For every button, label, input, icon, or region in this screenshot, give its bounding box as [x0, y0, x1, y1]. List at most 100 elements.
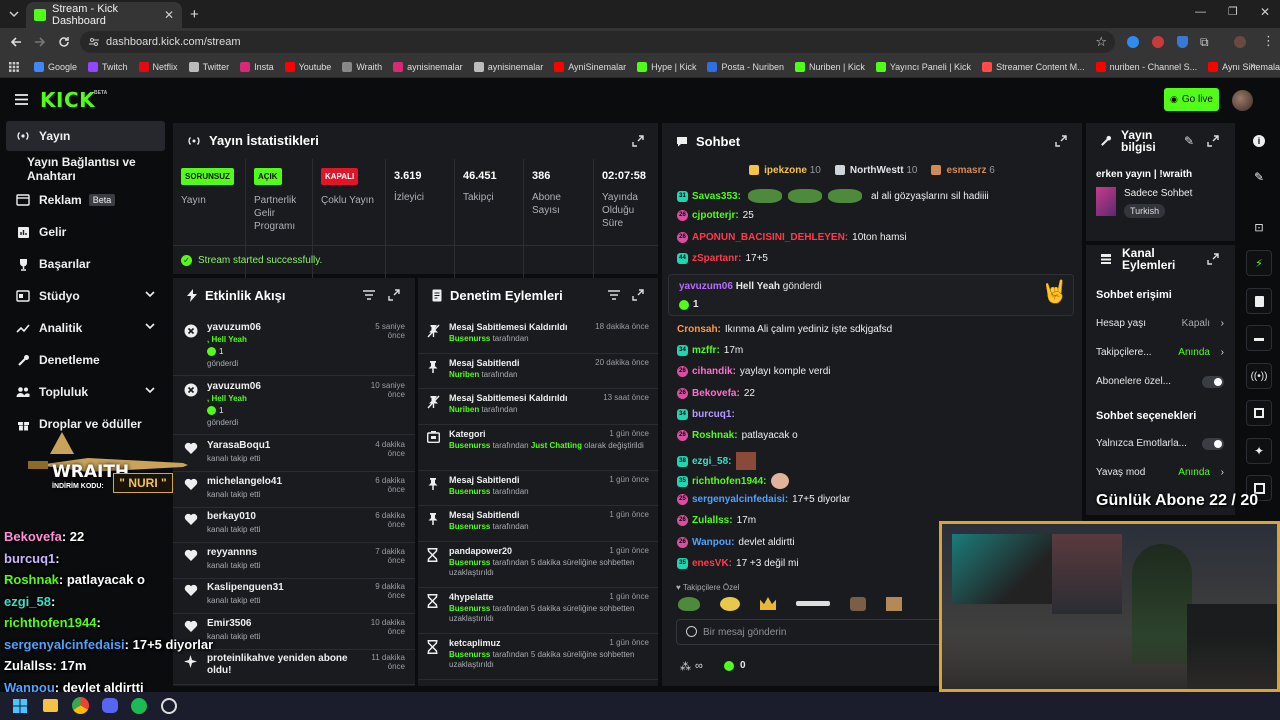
chat-message[interactable]: 35 richthofen1944: [677, 473, 792, 489]
chat-message[interactable]: 26 Roshnak: patlayacak o [677, 430, 798, 441]
edit-icon[interactable]: ✎ [1246, 164, 1272, 190]
chat-username[interactable]: richthofen1944: [692, 476, 766, 487]
chevron-down-icon[interactable] [145, 387, 155, 394]
chevron-right-icon[interactable]: › [1221, 347, 1224, 358]
quick-action-document-icon[interactable] [1246, 288, 1272, 314]
moderation-item[interactable]: ketcaplimuz 1 gün önce Busenurss tarafında… [418, 634, 658, 680]
bookmark-item[interactable]: Twitch [88, 61, 128, 72]
bookmark-item[interactable]: Netflix [138, 61, 178, 72]
gifter-2nd[interactable]: NorthWestt 10 [834, 165, 917, 176]
expand-icon[interactable] [1207, 253, 1219, 265]
chat-input[interactable]: Bir mesaj gönderin [676, 619, 946, 645]
gift-user[interactable]: yavuzum06 [679, 281, 733, 292]
sword-emote-icon[interactable] [796, 601, 830, 606]
emote-icon[interactable] [720, 597, 740, 611]
expand-icon[interactable] [388, 289, 400, 301]
bookmark-item[interactable]: Youtube [284, 61, 331, 72]
bookmark-item[interactable]: Wraith [342, 61, 382, 72]
chat-message[interactable]: 26 Bekovefa: 22 [677, 388, 755, 399]
moderation-item[interactable]: Mesaj Sabitlemesi Kaldırıldı 18 dakika ön… [418, 318, 658, 354]
sidebar-item-topluluk[interactable]: Topluluk [6, 377, 165, 407]
activity-item[interactable]: proteinlikahve yeniden abone oldu! 11 dak… [173, 649, 415, 685]
bookmark-item[interactable]: Twitter [188, 61, 229, 72]
chat-message[interactable]: 44 zSpartanr: 17+5 [677, 253, 768, 264]
setting-slow-mode[interactable]: Yavaş mod Anında › [1096, 467, 1224, 478]
bookmark-item[interactable]: Yayıncı Paneli | Kick [875, 61, 971, 72]
url-bar[interactable]: dashboard.kick.com/stream ☆ [80, 31, 1115, 53]
moderation-item[interactable]: Mesaj Sabitlendi 1 gün önce Busenurss tara… [418, 471, 658, 506]
chat-username[interactable]: mzffr: [692, 345, 720, 356]
bookmark-item[interactable]: Insta [240, 61, 274, 72]
chat-message[interactable]: 26 APONUN_BACISINI_DEHLEYEN: 10ton hamsi [677, 232, 907, 243]
chat-message[interactable]: 34 burcuq1: [677, 409, 739, 420]
emoji-icon[interactable] [686, 626, 697, 637]
sidebar-item-studyo[interactable]: Stüdyo [6, 281, 165, 311]
chevron-right-icon[interactable]: › [1221, 467, 1224, 478]
activity-item[interactable]: reyyannns 7 dakika önce kanalı takip etti [173, 543, 415, 579]
sidebar-item-yayin[interactable]: Yayın [6, 121, 165, 151]
shield-extension-icon[interactable] [1177, 36, 1188, 48]
quick-action-wrench-icon[interactable]: ✦ [1246, 438, 1272, 464]
profile-avatar[interactable] [1234, 36, 1246, 48]
kicks-balance[interactable]: 0 [724, 660, 746, 671]
expand-icon[interactable] [1055, 135, 1067, 147]
chat-username[interactable]: Wanpou: [692, 537, 734, 548]
chat-link-icon[interactable]: ∞ [695, 660, 703, 672]
moderation-item[interactable]: Mesaj Sabitlendi 20 dakika önce Nuriben ta… [418, 354, 658, 389]
chat-username[interactable]: zSpartanr: [692, 253, 741, 264]
chat-message[interactable]: 25 sergenyalcinfedaisi: 17+5 diyorlar [677, 494, 850, 505]
minimize-icon[interactable]: — [1195, 6, 1206, 18]
chat-username[interactable]: cjpotterjr: [692, 210, 739, 221]
bookmark-item[interactable]: Aynı Sinemalar - Ça... [1208, 61, 1280, 72]
activity-item[interactable]: michelangelo41 6 dakika önce kanalı takip … [173, 472, 415, 508]
browser-tab[interactable]: Stream - Kick Dashboard ✕ [26, 2, 182, 28]
bookmark-item[interactable]: Nuriben | Kick [794, 61, 865, 72]
back-icon[interactable] [9, 35, 23, 49]
subscribers-only-toggle[interactable] [1202, 376, 1224, 388]
activity-item[interactable]: yavuzum06 10 saniye önce , Hell Yeah 1 gönde… [173, 377, 415, 435]
apps-grid-icon[interactable] [9, 62, 19, 72]
quick-action-lightning-icon[interactable]: ⚡ [1246, 250, 1272, 276]
chat-username[interactable]: Roshnak: [692, 430, 738, 441]
bookmark-item[interactable]: aynisinemalar [393, 61, 463, 72]
bookmark-item[interactable]: AyniSinemalar [554, 61, 626, 72]
chat-settings-icon[interactable]: ⁂ [680, 660, 691, 673]
chat-message[interactable]: 26 cihandik: yaylayı komple verdi [677, 366, 831, 377]
bookmark-item[interactable]: nuriben - Channel S... [1095, 61, 1197, 72]
go-live-button[interactable]: ◉ Go live [1164, 88, 1219, 111]
sidebar-item-basarilar[interactable]: Başarılar [6, 249, 165, 279]
obs-icon[interactable] [161, 698, 177, 714]
activity-item[interactable]: berkay010 6 dakika önce kanalı takip etti [173, 507, 415, 543]
file-explorer-icon[interactable] [43, 699, 58, 712]
setting-followers-only[interactable]: Takipçilere... Anında › [1096, 347, 1224, 358]
moderation-item[interactable]: Kategori 1 gün önce Busenurss tarafından J… [418, 425, 658, 471]
moderation-item[interactable]: 4hypelatte 1 gün önce Busenurss tarafından… [418, 588, 658, 634]
emote-icon[interactable] [678, 597, 700, 611]
extensions-puzzle-icon[interactable]: ⧉ [1200, 35, 1209, 50]
chat-username[interactable]: Bekovefa: [692, 388, 740, 399]
chevron-down-icon[interactable] [145, 323, 155, 330]
chat-username[interactable]: APONUN_BACISINI_DEHLEYEN: [692, 232, 848, 243]
chat-message[interactable]: Cronsah: Ikınma Ali çalım yediniz işte sd… [677, 324, 892, 335]
info-icon[interactable]: i [1246, 128, 1272, 154]
chat-username[interactable]: Cronsah: [677, 324, 721, 335]
chat-message[interactable]: 31 Savas353: al ali gözyaşlarını sil hadii… [677, 189, 989, 203]
chat-username[interactable]: Zulallss: [692, 515, 733, 526]
bookmark-item[interactable]: Streamer Content M... [982, 61, 1085, 72]
expand-icon[interactable] [632, 135, 644, 147]
chat-username[interactable]: enesVK: [692, 558, 732, 569]
chat-message[interactable]: 34 mzffr: 17m [677, 345, 743, 356]
filter-icon[interactable] [363, 290, 375, 300]
chrome-icon[interactable] [72, 697, 89, 714]
chat-username[interactable]: Savas353: [692, 191, 741, 202]
spotify-icon[interactable] [131, 698, 147, 714]
quick-action-broadcast-icon[interactable]: ((•)) [1246, 363, 1272, 389]
extension-icon[interactable] [1152, 36, 1164, 48]
bookmark-item[interactable]: Hype | Kick [637, 61, 696, 72]
crown-emote-icon[interactable] [760, 597, 776, 610]
expand-icon[interactable] [632, 289, 644, 301]
expand-icon[interactable] [1207, 135, 1219, 147]
chat-message[interactable]: 38 ezgi_58: [677, 452, 759, 470]
close-tab-icon[interactable]: ✕ [164, 8, 174, 22]
moderation-item[interactable]: Mesaj Sabitlendi 1 gün önce Busenurss tara… [418, 506, 658, 542]
